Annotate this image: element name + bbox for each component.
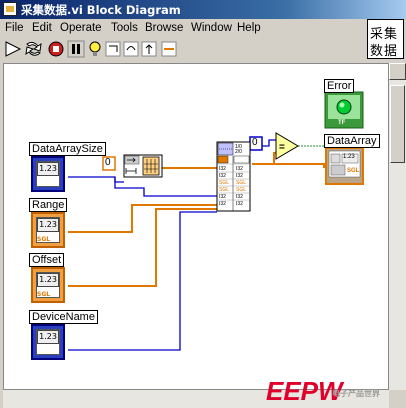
menu-bar: File Edit Operate Tools Browse Window He… bbox=[0, 20, 366, 38]
menu-help[interactable]: Help bbox=[237, 22, 261, 34]
abort-icon[interactable] bbox=[48, 41, 64, 57]
svg-text:I32: I32 bbox=[219, 173, 226, 179]
svg-text:SGL: SGL bbox=[236, 187, 246, 193]
control-terminal-devicename[interactable]: 1.23 bbox=[31, 324, 65, 360]
vi-icon-line-2: 数据 bbox=[370, 44, 399, 59]
svg-text:I32: I32 bbox=[219, 166, 226, 172]
terminal-value: 1.23 bbox=[37, 162, 59, 176]
title-bar[interactable]: 采集数据.vi Block Diagram bbox=[0, 0, 406, 19]
svg-text:I32: I32 bbox=[219, 201, 226, 207]
step-out-icon[interactable] bbox=[141, 41, 157, 57]
terminal-type: SGL bbox=[37, 236, 51, 243]
watermark-sub: 电子产品世界 bbox=[332, 389, 380, 398]
menu-file[interactable]: File bbox=[5, 22, 24, 34]
scroll-up-button[interactable] bbox=[389, 63, 406, 80]
label-error[interactable]: Error bbox=[324, 79, 355, 93]
control-terminal-dataarraysize[interactable]: 1.23 bbox=[31, 156, 65, 192]
terminal-value: 1.23 bbox=[37, 273, 59, 287]
svg-text:SGL: SGL bbox=[219, 180, 229, 186]
constant-zero-left: 0 bbox=[105, 157, 111, 168]
terminal-type: SGL bbox=[37, 291, 51, 298]
svg-text:2/0: 2/0 bbox=[235, 149, 242, 155]
terminal-value: 1.23 bbox=[37, 218, 59, 232]
svg-text:SGL: SGL bbox=[219, 187, 229, 193]
svg-text:=: = bbox=[279, 142, 285, 153]
svg-text:SGL: SGL bbox=[236, 180, 246, 186]
control-terminal-range[interactable]: 1.23 SGL bbox=[31, 212, 65, 248]
control-terminal-offset[interactable]: 1.23 SGL bbox=[31, 267, 65, 303]
highlight-execution-icon[interactable] bbox=[89, 41, 101, 56]
label-devicename[interactable]: DeviceName bbox=[29, 310, 98, 324]
menu-window[interactable]: Window bbox=[191, 22, 232, 34]
step-into-icon[interactable] bbox=[105, 41, 121, 57]
dataarray-terminal-value: 1.23 bbox=[343, 154, 355, 160]
label-range[interactable]: Range bbox=[29, 198, 68, 212]
toolbar-buttons bbox=[5, 40, 177, 58]
run-arrow-icon[interactable] bbox=[5, 41, 22, 57]
scroll-thumb[interactable] bbox=[390, 85, 405, 163]
label-dataarraysize[interactable]: DataArraySize bbox=[29, 142, 106, 156]
app-icon bbox=[3, 2, 17, 16]
vi-icon: 采集 数据 bbox=[367, 19, 404, 59]
window-title: 采集数据.vi Block Diagram bbox=[21, 3, 181, 17]
dataarray-terminal-type: SGL bbox=[347, 168, 360, 174]
svg-text:I32: I32 bbox=[219, 194, 226, 200]
labview-window: 采集数据.vi Block Diagram File Edit Operate … bbox=[0, 0, 406, 408]
menu-browse[interactable]: Browse bbox=[145, 22, 183, 34]
retain-wire-values-icon[interactable] bbox=[161, 41, 177, 57]
svg-text:I32: I32 bbox=[236, 173, 243, 179]
error-terminal-type: TF bbox=[338, 120, 346, 126]
svg-text:I32: I32 bbox=[236, 166, 243, 172]
ai-read-subvi[interactable]: 1/0 2/0 I32 I32 I32 I32 SGL SGL SGL SGL … bbox=[216, 141, 251, 212]
initialize-array-node[interactable] bbox=[123, 154, 163, 178]
label-dataarray[interactable]: DataArray bbox=[324, 134, 380, 148]
equal-comparison-node[interactable]: = bbox=[275, 132, 299, 160]
constant-zero-right: 0 bbox=[252, 137, 258, 148]
vertical-scrollbar[interactable] bbox=[389, 63, 406, 390]
pause-icon[interactable] bbox=[67, 40, 85, 58]
run-continuously-icon[interactable] bbox=[25, 41, 42, 56]
terminal-value: 1.23 bbox=[37, 330, 59, 344]
menu-operate[interactable]: Operate bbox=[60, 22, 102, 34]
step-over-icon[interactable] bbox=[123, 41, 139, 57]
eepw-watermark: EEPW 电子产品世界 bbox=[266, 376, 380, 407]
menu-edit[interactable]: Edit bbox=[32, 22, 52, 34]
menu-tools[interactable]: Tools bbox=[111, 22, 138, 34]
svg-text:I32: I32 bbox=[236, 201, 243, 207]
block-diagram[interactable]: 1/0 2/0 I32 I32 I32 I32 SGL SGL SGL SGL … bbox=[3, 63, 389, 390]
toolbar: 13pt Application Font bbox=[0, 38, 366, 96]
label-offset[interactable]: Offset bbox=[29, 253, 65, 267]
orange-wire bbox=[68, 152, 325, 287]
svg-text:I32: I32 bbox=[236, 194, 243, 200]
